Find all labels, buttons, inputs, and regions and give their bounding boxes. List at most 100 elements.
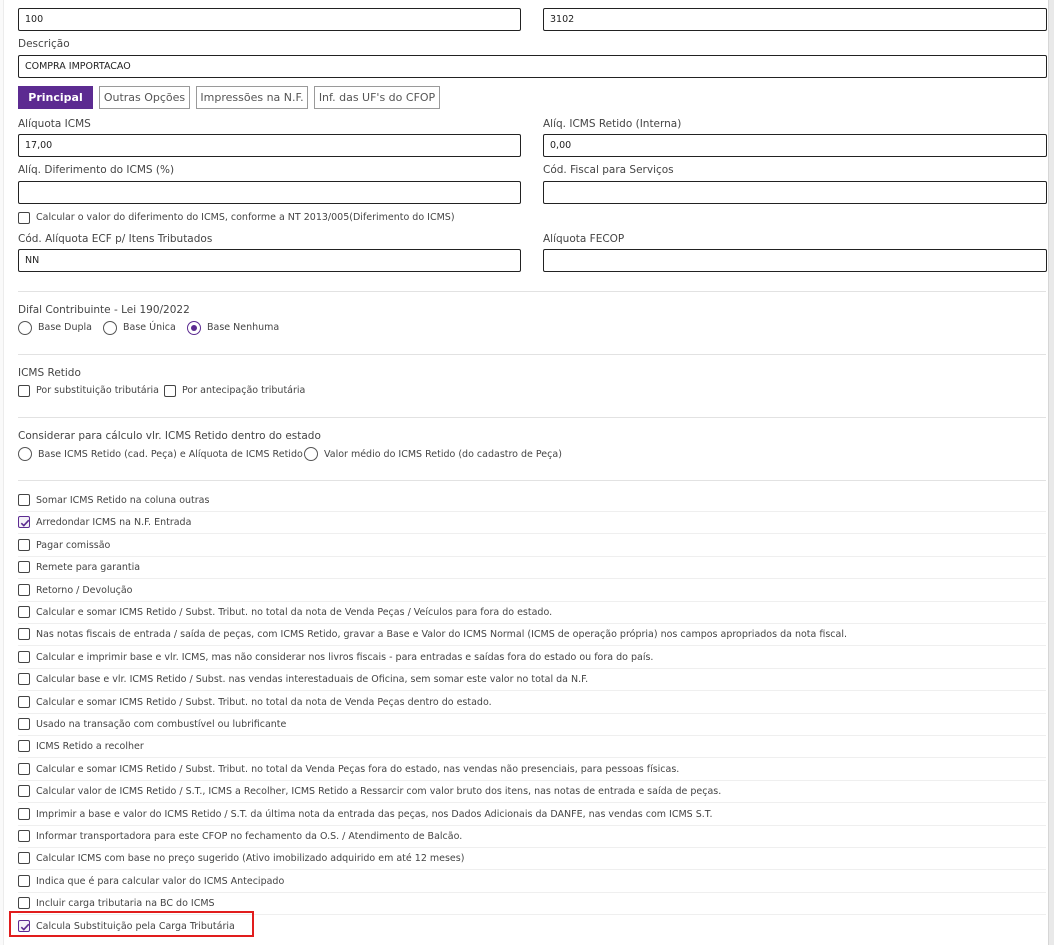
aliq-diferimento-label: Alíq. Diferimento do ICMS (%) [18, 164, 175, 176]
checklist-checkbox[interactable] [18, 651, 30, 663]
aliq-diferimento-input[interactable] [18, 181, 521, 204]
divider [18, 417, 1046, 418]
considerar-title: Considerar para cálculo vlr. ICMS Retido… [18, 430, 321, 442]
tab-outras-opcoes[interactable]: Outras Opções [99, 86, 190, 109]
checklist-checkbox[interactable] [18, 606, 30, 618]
checklist-label: Pagar comissão [36, 540, 111, 551]
checklist-label: Calcular e somar ICMS Retido / Subst. Tr… [36, 764, 680, 775]
radio-base-icms-retido-label: Base ICMS Retido (cad. Peça) e Alíquota … [38, 449, 303, 460]
checklist-label: Nas notas fiscais de entrada / saída de … [36, 629, 847, 640]
cod-fiscal-servicos-input[interactable] [543, 181, 1047, 204]
tab-inf-ufs-cfop[interactable]: Inf. das UF's do CFOP [314, 86, 440, 109]
aliq-icms-retido-input[interactable]: 0,00 [543, 134, 1047, 157]
checklist-label: Indica que é para calcular valor do ICMS… [36, 876, 285, 887]
aliquota-fecop-label: Alíquota FECOP [543, 233, 625, 245]
checklist-checkbox[interactable] [18, 696, 30, 708]
checklist-label: Calcular ICMS com base no preço sugerido… [36, 853, 465, 864]
row-separator [18, 780, 1046, 781]
descricao-label: Descrição [18, 38, 70, 50]
checklist-label: ICMS Retido a recolher [36, 741, 144, 752]
checklist-checkbox[interactable] [18, 494, 30, 506]
por-substituicao-label: Por substituição tributária [36, 385, 159, 396]
cod-aliquota-ecf-input[interactable]: NN [18, 249, 521, 272]
scrollbar-track[interactable] [1048, 0, 1054, 945]
checklist-label: Informar transportadora para este CFOP n… [36, 831, 463, 842]
row-separator [18, 578, 1046, 579]
checklist-checkbox[interactable] [18, 584, 30, 596]
checklist-checkbox[interactable] [18, 852, 30, 864]
cod-fiscal-servicos-label: Cód. Fiscal para Serviços [543, 164, 674, 176]
row-separator [18, 757, 1046, 758]
divider [18, 480, 1046, 481]
checklist-checkbox[interactable] [18, 875, 30, 887]
aliquota-icms-label: Alíquota ICMS [18, 118, 91, 130]
checklist-label: Somar ICMS Retido na coluna outras [36, 495, 210, 506]
row-separator [18, 892, 1046, 893]
row-separator [18, 735, 1046, 736]
checklist-checkbox[interactable] [18, 740, 30, 752]
checklist-label: Calcular valor de ICMS Retido / S.T., IC… [36, 786, 722, 797]
checklist-label: Incluir carga tributaria na BC do ICMS [36, 898, 215, 909]
divider [18, 354, 1046, 355]
tab-principal[interactable]: Principal [18, 86, 93, 109]
check-icon [20, 519, 30, 527]
radio-valor-medio-label: Valor médio do ICMS Retido (do cadastro … [324, 449, 562, 460]
checklist-label: Remete para garantia [36, 562, 141, 573]
checklist-checkbox[interactable] [18, 785, 30, 797]
difal-title: Difal Contribuinte - Lei 190/2022 [18, 304, 190, 316]
divider [18, 291, 1046, 292]
row-separator [18, 623, 1046, 624]
row-separator [18, 556, 1046, 557]
aliquota-fecop-input[interactable] [543, 249, 1047, 272]
radio-base-icms-retido[interactable] [18, 447, 32, 461]
checklist-checkbox[interactable] [18, 830, 30, 842]
radio-base-dupla[interactable] [18, 321, 32, 335]
radio-base-unica[interactable] [103, 321, 117, 335]
descricao-input[interactable]: COMPRA IMPORTACAO [18, 55, 1047, 78]
checklist-checkbox[interactable] [18, 561, 30, 573]
top-left-input[interactable]: 100 [18, 8, 521, 31]
left-edge [0, 0, 4, 945]
radio-base-unica-label: Base Única [123, 322, 176, 333]
checklist-checkbox[interactable] [18, 897, 30, 909]
checklist-label: Arredondar ICMS na N.F. Entrada [36, 517, 192, 528]
aliquota-icms-input[interactable]: 17,00 [18, 134, 521, 157]
row-separator [18, 713, 1046, 714]
row-separator [18, 645, 1046, 646]
checklist-checkbox[interactable] [18, 763, 30, 775]
checklist-checkbox[interactable] [18, 718, 30, 730]
checklist-label: Retorno / Devolução [36, 585, 133, 596]
checklist-checkbox[interactable] [18, 539, 30, 551]
checklist-label: Calcular e somar ICMS Retido / Subst. Tr… [36, 697, 492, 708]
checklist-label: Calcular base e vlr. ICMS Retido / Subst… [36, 674, 589, 685]
diferimento-checkbox[interactable] [18, 212, 30, 224]
por-antecipacao-checkbox[interactable] [164, 385, 176, 397]
checklist-label: Usado na transação com combustível ou lu… [36, 719, 287, 730]
checklist-label: Imprimir a base e valor do ICMS Retido /… [36, 809, 713, 820]
highlight-box [9, 911, 254, 937]
row-separator [18, 601, 1046, 602]
row-separator [18, 668, 1046, 669]
top-right-input[interactable]: 3102 [543, 8, 1047, 31]
row-separator [18, 847, 1046, 848]
por-substituicao-checkbox[interactable] [18, 385, 30, 397]
cod-aliquota-ecf-label: Cód. Alíquota ECF p/ Itens Tributados [18, 233, 213, 245]
checklist-checkbox[interactable] [18, 808, 30, 820]
row-separator [18, 825, 1046, 826]
row-separator [18, 533, 1046, 534]
tab-impressoes-nf[interactable]: Impressões na N.F. [196, 86, 308, 109]
checklist-checkbox[interactable] [18, 516, 30, 528]
por-antecipacao-label: Por antecipação tributária [182, 385, 306, 396]
checklist-checkbox[interactable] [18, 628, 30, 640]
row-separator [18, 690, 1046, 691]
aliq-icms-retido-label: Alíq. ICMS Retido (Interna) [543, 118, 682, 130]
checklist-checkbox[interactable] [18, 673, 30, 685]
checklist-label: Calcular e imprimir base e vlr. ICMS, ma… [36, 652, 654, 663]
radio-valor-medio[interactable] [304, 447, 318, 461]
radio-base-nenhuma-label: Base Nenhuma [207, 322, 280, 333]
row-separator [18, 869, 1046, 870]
row-separator [18, 802, 1046, 803]
diferimento-checkbox-label: Calcular o valor do diferimento do ICMS,… [36, 212, 455, 223]
row-separator [18, 511, 1046, 512]
radio-base-nenhuma[interactable] [187, 321, 201, 335]
